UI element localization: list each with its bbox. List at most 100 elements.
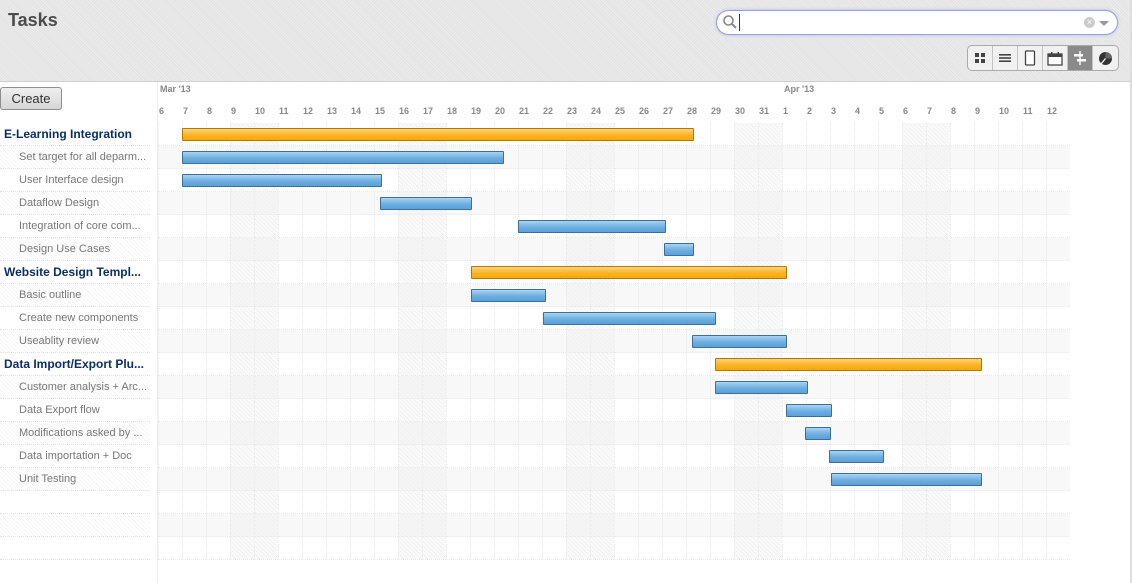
gantt-icon	[1074, 51, 1086, 65]
form-icon	[1024, 50, 1036, 66]
task-row-label[interactable]: Customer analysis + Arc...	[0, 376, 150, 399]
gantt-row	[158, 422, 1070, 445]
gantt-row	[158, 238, 1070, 261]
task-row-label[interactable]: Dataflow Design	[0, 192, 150, 215]
create-button[interactable]: Create	[0, 87, 62, 110]
project-bar[interactable]	[714, 358, 983, 371]
day-label: 3	[831, 106, 837, 116]
day-label: 22	[543, 106, 554, 116]
search-box[interactable]: ×	[716, 10, 1118, 35]
day-label: 1	[783, 106, 789, 116]
project-row-label[interactable]: Website Design Templ...	[0, 261, 150, 284]
day-label: 11	[1023, 106, 1033, 116]
day-label: 7	[927, 106, 933, 116]
day-label: 8	[951, 106, 957, 116]
day-label: 13	[327, 106, 338, 116]
day-label: 9	[975, 106, 981, 116]
day-label: 7	[183, 106, 189, 116]
day-label: 8	[207, 106, 213, 116]
day-label: 20	[495, 106, 506, 116]
day-label: 16	[399, 106, 410, 116]
day-label: 12	[1047, 106, 1058, 116]
task-bar[interactable]	[471, 289, 546, 302]
day-label: 18	[447, 106, 458, 116]
project-row-label[interactable]: Data Import/Export Plu...	[0, 353, 150, 376]
gantt-row	[158, 491, 1070, 514]
task-row-label[interactable]: Integration of core com...	[0, 215, 150, 238]
view-graph-button[interactable]	[1093, 46, 1118, 70]
task-bar[interactable]	[828, 450, 884, 463]
task-row-label[interactable]: Useablity review	[0, 330, 150, 353]
task-row-label[interactable]: Create new components	[0, 307, 150, 330]
project-row-label[interactable]: E-Learning Integration	[0, 123, 150, 146]
day-label: 29	[711, 106, 722, 116]
empty-row	[0, 537, 150, 560]
day-label: 9	[231, 106, 237, 116]
day-label: 14	[351, 106, 362, 116]
day-label: 4	[855, 106, 861, 116]
task-row-label[interactable]: User Interface design	[0, 169, 150, 192]
task-row-label[interactable]: Data importation + Doc	[0, 445, 150, 468]
day-label: 6	[903, 106, 909, 116]
task-bar[interactable]	[714, 381, 809, 394]
gantt-grid	[158, 123, 1070, 560]
task-row-label[interactable]: Unit Testing	[0, 468, 150, 491]
gantt-row	[158, 192, 1070, 215]
search-input[interactable]	[739, 14, 1079, 31]
task-row-label[interactable]: Modifications asked by ...	[0, 422, 150, 445]
task-bar[interactable]	[380, 197, 473, 210]
day-label: 10	[999, 106, 1010, 116]
day-label: 11	[279, 106, 289, 116]
header: Tasks ×	[0, 0, 1132, 82]
empty-row	[0, 514, 150, 537]
task-bar[interactable]	[518, 220, 666, 233]
task-bar[interactable]	[182, 151, 504, 164]
task-row-label[interactable]: Set target for all deparm...	[0, 146, 150, 169]
empty-row	[0, 491, 150, 514]
task-row-label[interactable]: Data Export flow	[0, 399, 150, 422]
task-bar[interactable]	[804, 427, 832, 440]
gantt-row	[158, 445, 1070, 468]
page-title: Tasks	[8, 10, 58, 30]
task-bar[interactable]	[831, 473, 983, 486]
gantt-row	[158, 537, 1070, 560]
day-label: 26	[639, 106, 650, 116]
view-switcher	[967, 45, 1119, 71]
task-bar[interactable]	[543, 312, 716, 325]
search-options-chevron-down-icon[interactable]	[1099, 21, 1109, 26]
task-bar[interactable]	[692, 335, 787, 348]
search-icon	[723, 15, 737, 29]
day-label: 21	[519, 106, 530, 116]
project-bar[interactable]	[182, 128, 695, 141]
task-row-label[interactable]: Design Use Cases	[0, 238, 150, 261]
day-row: 6 7 8 9 10 11 12 13 14 15 16 17 18 19 20 21 22 23 24 25 26 27…	[158, 102, 1070, 123]
day-label: 28	[687, 106, 698, 116]
day-label: 6	[159, 106, 165, 116]
day-label: 31	[759, 106, 770, 116]
day-label: 19	[471, 106, 482, 116]
gantt-row	[158, 284, 1070, 307]
timeline-header: Mar '13 Apr '13 6 7 8 9 10 11 12 13 14 15 16 17 18 19 2…	[158, 82, 1070, 123]
view-calendar-button[interactable]	[1043, 46, 1068, 70]
day-label: 25	[615, 106, 626, 116]
day-label: 23	[567, 106, 578, 116]
graph-icon	[1099, 51, 1112, 65]
view-kanban-button[interactable]	[968, 46, 993, 70]
task-row-label[interactable]: Basic outline	[0, 284, 150, 307]
gantt-row	[158, 376, 1070, 399]
day-label: 27	[663, 106, 674, 116]
task-bar[interactable]	[182, 174, 383, 187]
clear-search-icon[interactable]: ×	[1084, 17, 1095, 28]
view-gantt-button[interactable]	[1068, 46, 1093, 70]
month-label: Mar '13	[160, 84, 191, 94]
gantt-row	[158, 330, 1070, 353]
day-label: 24	[591, 106, 602, 116]
month-label: Apr '13	[784, 84, 815, 94]
task-bar[interactable]	[664, 243, 695, 256]
view-form-button[interactable]	[1018, 46, 1043, 70]
project-bar[interactable]	[471, 266, 787, 279]
day-label: 12	[303, 106, 314, 116]
view-list-button[interactable]	[993, 46, 1018, 70]
task-list: E-Learning Integration Set target for all…	[0, 123, 150, 560]
task-bar[interactable]	[785, 404, 833, 417]
